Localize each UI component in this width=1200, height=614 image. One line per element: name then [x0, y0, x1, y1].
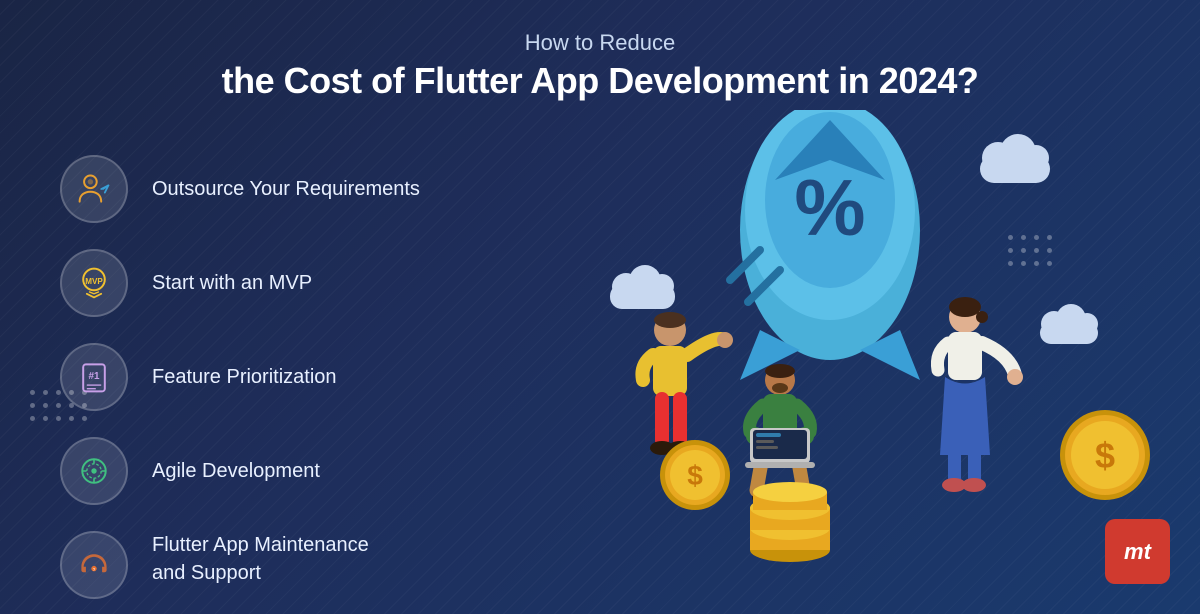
feature-prioritization-icon: #1 [60, 343, 128, 411]
maintenance-support-icon: ? [60, 531, 128, 599]
list-item-5: ? Flutter App Maintenanceand Support [60, 531, 540, 599]
svg-text:$: $ [1095, 435, 1115, 476]
left-panel: Outsource Your Requirements MVP Start wi… [60, 155, 540, 614]
svg-text:%: % [794, 163, 865, 252]
list-item-3: #1 Feature Prioritization [60, 343, 540, 411]
svg-text:#1: #1 [89, 371, 100, 382]
main-container: How to Reduce the Cost of Flutter App De… [0, 0, 1200, 614]
logo-badge: mt [1105, 519, 1170, 584]
item-1-text: Outsource Your Requirements [152, 175, 420, 203]
agile-development-icon [60, 437, 128, 505]
list-item-1: Outsource Your Requirements [60, 155, 540, 223]
mvp-icon: MVP [60, 249, 128, 317]
svg-text:MVP: MVP [85, 277, 103, 286]
item-3-text: Feature Prioritization [152, 363, 337, 391]
header-section: How to Reduce the Cost of Flutter App De… [0, 0, 1200, 122]
header-subtitle: How to Reduce [20, 30, 1180, 56]
logo-text: mt [1124, 539, 1151, 565]
item-4-text: Agile Development [152, 457, 320, 485]
svg-text:$: $ [687, 460, 703, 491]
dots-pattern-right [1008, 235, 1055, 269]
list-item-2: MVP Start with an MVP [60, 249, 540, 317]
list-item-4: Agile Development [60, 437, 540, 505]
header-title: the Cost of Flutter App Development in 2… [20, 60, 1180, 102]
illustration-svg: % [550, 110, 1150, 570]
item-2-text: Start with an MVP [152, 269, 312, 297]
item-5-text: Flutter App Maintenanceand Support [152, 531, 369, 587]
outsource-icon [60, 155, 128, 223]
